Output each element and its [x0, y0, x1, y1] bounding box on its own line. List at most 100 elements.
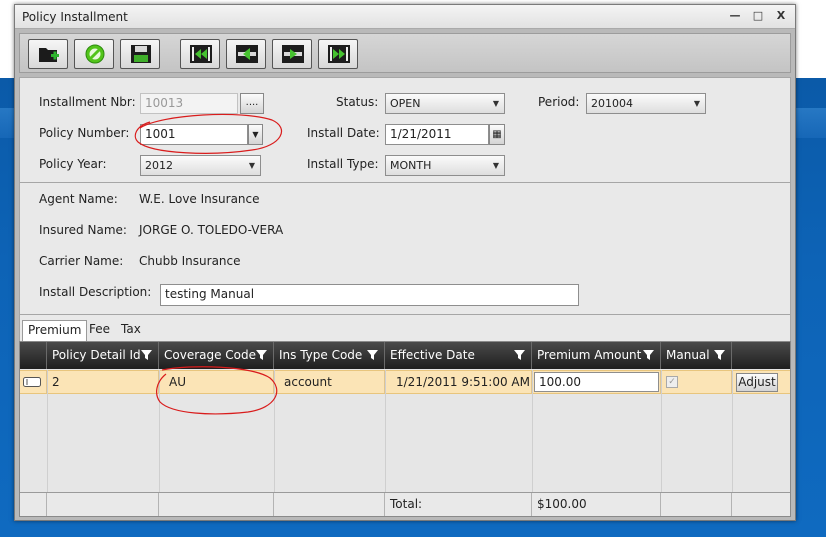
- installment-nbr-label: Installment Nbr:: [39, 95, 136, 109]
- chevron-down-icon: ▼: [248, 161, 255, 170]
- period-select[interactable]: 201004 ▼: [586, 93, 706, 114]
- policy-number-field[interactable]: 1001: [140, 124, 248, 145]
- grid-column-divider: [159, 370, 160, 492]
- filter-icon[interactable]: [367, 350, 378, 361]
- last-record-button[interactable]: [318, 39, 358, 69]
- previous-record-button[interactable]: [226, 39, 266, 69]
- minimize-button[interactable]: —: [727, 8, 743, 24]
- next-record-icon: [282, 45, 304, 63]
- grid-column-divider: [532, 370, 533, 492]
- table-row[interactable]: 2 AU account 1/21/2011 9:51:00 AM 100.00…: [20, 370, 790, 394]
- period-value: 201004: [591, 97, 633, 110]
- cancel-icon: [85, 44, 105, 64]
- grid-column-divider: [661, 370, 662, 492]
- premium-amount-input[interactable]: 100.00: [534, 372, 659, 392]
- cancel-button[interactable]: [74, 39, 114, 69]
- installment-nbr-lookup-button[interactable]: ....: [240, 93, 264, 114]
- policy-year-select[interactable]: 2012 ▼: [140, 155, 261, 176]
- cell-policy-detail-id: 2: [47, 371, 159, 393]
- installment-form-panel: Installment Nbr: 10013 .... Policy Numbe…: [19, 77, 791, 183]
- cell-effective-date: 1/21/2011 9:51:00 AM: [385, 371, 532, 393]
- column-header-manual[interactable]: Manual: [661, 342, 732, 369]
- cell-coverage-code: AU: [159, 371, 274, 393]
- save-button[interactable]: [120, 39, 160, 69]
- status-label: Status:: [336, 95, 379, 109]
- policy-number-label: Policy Number:: [39, 126, 130, 140]
- grid-footer: Total: $100.00: [20, 492, 790, 516]
- chevron-down-icon: ▼: [693, 99, 700, 108]
- footer-cell: [47, 493, 159, 516]
- next-record-button[interactable]: [272, 39, 312, 69]
- tab-tax[interactable]: Tax: [116, 320, 146, 341]
- cell-manual[interactable]: ✓: [661, 371, 732, 393]
- install-description-field[interactable]: testing Manual: [160, 284, 579, 306]
- insured-name-label: Insured Name:: [39, 223, 127, 237]
- period-label: Period:: [538, 95, 580, 109]
- grid-header: Policy Detail Id Coverage Code Ins Type …: [20, 342, 790, 369]
- policy-installment-window: Policy Installment — □ X Installment Nbr…: [14, 4, 796, 521]
- filter-icon[interactable]: [714, 350, 725, 361]
- policy-info-panel: Agent Name: W.E. Love Insurance Insured …: [19, 183, 791, 315]
- status-select[interactable]: OPEN ▼: [385, 93, 505, 114]
- install-date-field[interactable]: 1/21/2011: [385, 124, 489, 145]
- column-header-effective-date[interactable]: Effective Date: [385, 342, 532, 369]
- carrier-name-value: Chubb Insurance: [139, 254, 241, 268]
- grid-column-divider: [274, 370, 275, 492]
- agent-name-label: Agent Name:: [39, 192, 118, 206]
- detail-tabs: Premium Fee Tax: [19, 315, 791, 341]
- footer-cell: [661, 493, 732, 516]
- footer-cell: [20, 493, 47, 516]
- install-description-label: Install Description:: [39, 285, 152, 299]
- carrier-name-label: Carrier Name:: [39, 254, 124, 268]
- adjust-button[interactable]: Adjust: [736, 373, 778, 392]
- first-record-button[interactable]: [180, 39, 220, 69]
- row-selector[interactable]: [20, 371, 47, 393]
- row-edit-icon: [23, 377, 41, 387]
- column-header-coverage-code[interactable]: Coverage Code: [159, 342, 274, 369]
- install-type-select[interactable]: MONTH ▼: [385, 155, 505, 176]
- cell-actions: Adjust: [732, 371, 790, 393]
- column-header-label: Premium Amount: [537, 348, 642, 362]
- column-header-label: Manual: [666, 348, 710, 362]
- new-record-button[interactable]: [28, 39, 68, 69]
- grid-column-divider: [385, 370, 386, 492]
- installment-nbr-field: 10013: [140, 93, 238, 114]
- tab-fee[interactable]: Fee: [84, 320, 115, 341]
- filter-icon[interactable]: [643, 350, 654, 361]
- footer-cell: [274, 493, 385, 516]
- column-header-premium-amount[interactable]: Premium Amount: [532, 342, 661, 369]
- title-bar[interactable]: Policy Installment — □ X: [15, 5, 795, 29]
- chevron-down-icon: ▼: [492, 161, 499, 170]
- column-header-policy-detail-id[interactable]: Policy Detail Id: [47, 342, 159, 369]
- calendar-button[interactable]: ▦: [489, 124, 505, 145]
- maximize-button[interactable]: □: [750, 8, 766, 24]
- window-title: Policy Installment: [22, 10, 128, 24]
- close-button[interactable]: X: [773, 8, 789, 24]
- calendar-icon: ▦: [492, 129, 502, 140]
- row-selector-header: [20, 342, 47, 369]
- premium-grid: Policy Detail Id Coverage Code Ins Type …: [19, 341, 791, 517]
- policy-year-label: Policy Year:: [39, 157, 107, 171]
- filter-icon[interactable]: [256, 350, 267, 361]
- policy-number-dropdown-button[interactable]: ▼: [248, 124, 263, 145]
- column-header-label: Effective Date: [390, 348, 475, 362]
- new-folder-icon: [39, 48, 59, 62]
- manual-checkbox[interactable]: ✓: [666, 376, 678, 388]
- cell-premium-amount[interactable]: 100.00: [532, 371, 661, 393]
- column-header-label: Coverage Code: [164, 348, 257, 362]
- grid-column-divider: [47, 370, 48, 492]
- first-record-icon: [190, 45, 212, 63]
- tab-premium[interactable]: Premium: [22, 320, 88, 341]
- previous-record-icon: [236, 45, 258, 63]
- footer-total-value: $100.00: [532, 493, 661, 516]
- insured-name-value: JORGE O. TOLEDO-VERA: [139, 223, 284, 237]
- filter-icon[interactable]: [141, 350, 152, 361]
- chevron-down-icon: ▼: [492, 99, 499, 108]
- policy-year-value: 2012: [145, 159, 173, 172]
- install-type-label: Install Type:: [307, 157, 379, 171]
- footer-cell: [732, 493, 790, 516]
- filter-icon[interactable]: [514, 350, 525, 361]
- status-value: OPEN: [390, 97, 421, 110]
- column-header-ins-type-code[interactable]: Ins Type Code: [274, 342, 385, 369]
- cell-ins-type-code: account: [274, 371, 385, 393]
